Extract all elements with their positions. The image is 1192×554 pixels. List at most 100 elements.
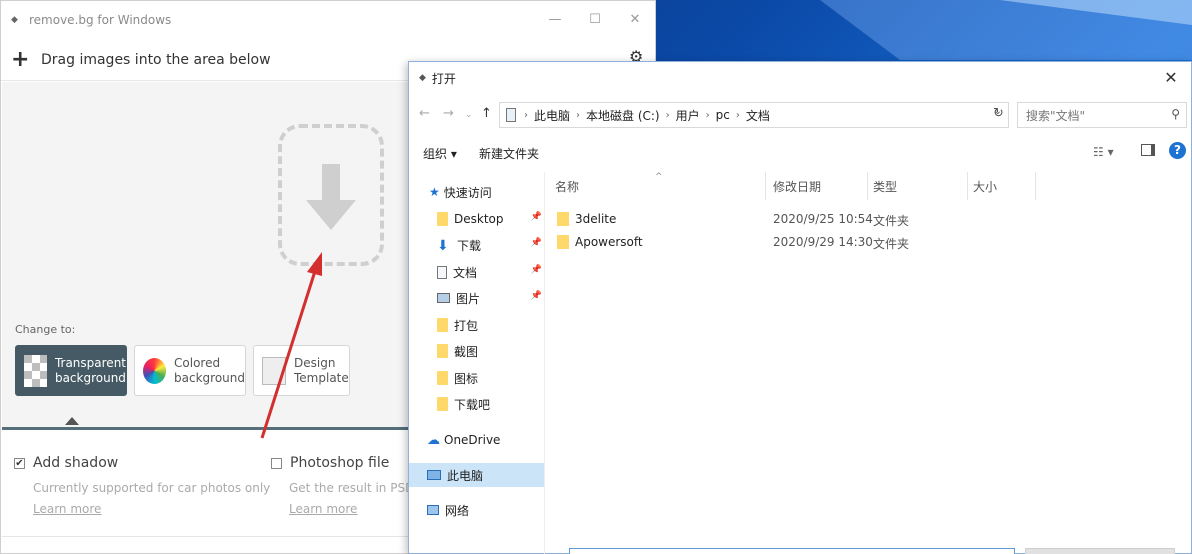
address-bar[interactable]: › 此电脑 › 本地磁盘 (C:) › 用户 › pc › 文档 ⌄ <box>499 102 1009 128</box>
breadcrumb-separator: › <box>524 109 528 121</box>
option-design-template[interactable]: Design Template <box>253 345 350 396</box>
folder-icon <box>437 212 448 226</box>
nav-pictures[interactable]: 图片 📌 <box>409 286 544 310</box>
breadcrumb-item[interactable]: 用户 <box>676 107 700 124</box>
document-icon <box>437 265 447 279</box>
nav-label: 网络 <box>445 503 470 518</box>
column-separator[interactable] <box>967 172 968 200</box>
add-plus-icon[interactable]: + <box>11 48 29 70</box>
minimize-icon[interactable]: — <box>535 1 575 39</box>
breadcrumb-item[interactable]: 本地磁盘 (C:) <box>586 107 660 124</box>
sort-up-icon: ^ <box>655 172 663 182</box>
column-separator[interactable] <box>867 172 868 200</box>
column-separator[interactable] <box>765 172 766 200</box>
file-row[interactable]: Apowersoft 2020/9/29 14:30 文件夹 <box>547 231 1187 253</box>
column-size[interactable]: 大小 <box>973 178 997 195</box>
filename-input[interactable] <box>569 548 1015 554</box>
photoshop-learn-more-link[interactable]: Learn more <box>289 502 357 516</box>
pin-icon: 📌 <box>530 212 542 222</box>
file-row[interactable]: 3delite 2020/9/25 10:54 文件夹 <box>547 208 1187 230</box>
transparent-checker-icon <box>24 354 47 387</box>
add-shadow-description: Currently supported for car photos only <box>33 481 271 495</box>
nav-label: 打包 <box>454 318 479 333</box>
app-logo-icon: ◆ <box>11 15 18 25</box>
download-arrow-icon: ⬇ <box>437 238 449 254</box>
add-shadow-learn-more-link[interactable]: Learn more <box>33 502 101 516</box>
nav-label: 下载吧 <box>454 397 491 412</box>
new-folder-button[interactable]: 新建文件夹 <box>479 145 539 162</box>
folder-icon <box>437 318 448 332</box>
option-transparent-background[interactable]: Transparent background <box>15 345 127 396</box>
pane-divider[interactable] <box>544 172 545 554</box>
window-controls: — ☐ ✕ <box>535 1 655 39</box>
nav-label: Desktop <box>454 212 504 226</box>
nav-label: 图标 <box>454 371 479 386</box>
checkbox-checked-icon[interactable]: ✔ <box>14 457 25 469</box>
organize-button[interactable]: 组织 ▾ <box>423 145 457 162</box>
up-arrow-icon[interactable]: ↑ <box>481 106 492 121</box>
close-icon[interactable]: ✕ <box>615 1 655 39</box>
nav-label: 快速访问 <box>443 185 492 200</box>
network-icon <box>427 505 439 515</box>
nav-folder[interactable]: 图标 <box>409 366 544 390</box>
option-line2: Template <box>294 370 349 385</box>
breadcrumb-separator: › <box>735 109 740 121</box>
picture-icon <box>437 293 450 303</box>
photoshop-file-checkbox[interactable]: Photoshop file <box>271 455 389 471</box>
change-to-label: Change to: <box>15 323 76 336</box>
option-line1: Colored <box>174 355 221 370</box>
address-row: ← → ⌄ ↑ › 此电脑 › 本地磁盘 (C:) › 用户 › pc › 文档… <box>409 102 1192 128</box>
back-arrow-icon[interactable]: ← <box>419 106 430 121</box>
column-modified[interactable]: 修改日期 <box>773 178 821 195</box>
nav-label: 文档 <box>453 265 478 280</box>
option-label: Design Template <box>294 356 349 386</box>
search-icon[interactable]: ⚲ <box>1171 107 1180 121</box>
nav-desktop[interactable]: Desktop 📌 <box>409 207 544 231</box>
help-icon[interactable]: ? <box>1169 142 1186 159</box>
nav-label: 截图 <box>454 344 479 359</box>
breadcrumb-item[interactable]: 文档 <box>746 107 770 124</box>
file-modified: 2020/9/25 10:54 <box>773 212 873 226</box>
nav-label: OneDrive <box>444 433 501 447</box>
nav-folder[interactable]: 下载吧 <box>409 392 544 416</box>
nav-quick-access[interactable]: ★ 快速访问 <box>409 180 544 204</box>
checkbox-unchecked-icon[interactable] <box>271 457 282 469</box>
option-colored-background[interactable]: Colored background <box>134 345 246 396</box>
nav-label: 图片 <box>456 291 481 306</box>
breadcrumb-separator: › <box>705 109 710 121</box>
nav-folder[interactable]: 打包 <box>409 313 544 337</box>
window-title: remove.bg for Windows <box>29 13 172 27</box>
pin-icon: 📌 <box>530 265 542 275</box>
preview-pane-icon[interactable] <box>1141 144 1155 156</box>
option-line2: background <box>174 370 245 385</box>
nav-network[interactable]: 网络 <box>409 498 544 522</box>
breadcrumb-item[interactable]: pc <box>716 108 730 122</box>
search-placeholder: 搜索"文档" <box>1026 108 1086 123</box>
column-separator[interactable] <box>1035 172 1036 200</box>
command-bar: 组织 ▾ 新建文件夹 ☷ ▾ ? <box>409 140 1192 166</box>
recent-chevron-icon[interactable]: ⌄ <box>465 110 473 120</box>
nav-downloads[interactable]: ⬇ 下载 📌 <box>409 233 544 257</box>
open-file-dialog: ◆ 打开 ✕ ← → ⌄ ↑ › 此电脑 › 本地磁盘 (C:) › 用户 › … <box>408 61 1192 554</box>
nav-this-pc[interactable]: 此电脑 <box>409 463 544 487</box>
nav-documents[interactable]: 文档 📌 <box>409 260 544 284</box>
refresh-icon[interactable]: ↻ <box>993 106 1004 121</box>
search-input[interactable]: 搜索"文档" ⚲ <box>1017 102 1187 128</box>
column-header: ^ 名称 修改日期 类型 大小 <box>547 172 1187 200</box>
navigation-pane: ★ 快速访问 Desktop 📌 ⬇ 下载 📌 文档 📌 图片 📌 打包 截图 … <box>409 172 544 554</box>
filetype-select[interactable] <box>1025 548 1175 554</box>
breadcrumb-item[interactable]: 此电脑 <box>534 107 570 124</box>
download-arrow-icon <box>306 164 356 230</box>
nav-onedrive[interactable]: ☁ OneDrive <box>409 428 544 452</box>
option-line2: background <box>54 370 126 385</box>
forward-arrow-icon[interactable]: → <box>443 106 454 121</box>
dialog-title: 打开 <box>431 71 456 86</box>
view-options-icon[interactable]: ☷ ▾ <box>1093 145 1114 159</box>
add-shadow-checkbox[interactable]: ✔ Add shadow <box>14 455 118 471</box>
column-type[interactable]: 类型 <box>873 178 897 195</box>
maximize-icon[interactable]: ☐ <box>575 1 615 39</box>
nav-folder[interactable]: 截图 <box>409 339 544 363</box>
file-modified: 2020/9/29 14:30 <box>773 235 873 249</box>
column-name[interactable]: 名称 <box>555 178 579 195</box>
close-icon[interactable]: ✕ <box>1151 62 1191 94</box>
